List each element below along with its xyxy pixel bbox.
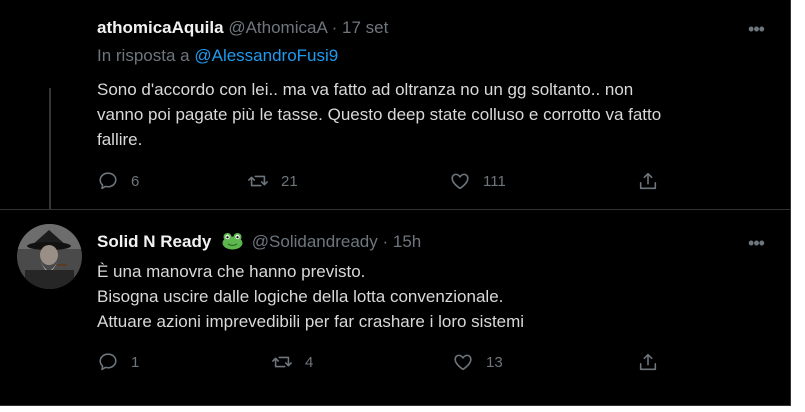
like-count: 13 <box>486 353 503 371</box>
like-button[interactable]: 13 <box>452 351 503 373</box>
author-handle[interactable]: @AthomicaA <box>228 18 327 37</box>
avatar[interactable] <box>17 224 82 289</box>
share-button[interactable] <box>637 351 659 373</box>
separator-dot: · <box>331 18 338 37</box>
tweet-time[interactable]: 15h <box>393 232 421 251</box>
tweet-text-line: vanno poi pagate più le tasse. Questo de… <box>97 105 662 124</box>
separator-dot: · <box>382 232 389 251</box>
retweet-icon <box>272 356 292 368</box>
author-name[interactable]: Solid N Ready <box>97 232 211 251</box>
tweet-actions: 6 21 111 <box>97 170 677 194</box>
window-bottom-edge <box>0 406 805 412</box>
share-button[interactable] <box>637 170 659 192</box>
retweet-button[interactable]: 4 <box>271 351 313 373</box>
reply-prefix: In risposta a <box>97 46 190 65</box>
reply-button[interactable]: 1 <box>97 351 139 373</box>
author-name[interactable]: athomicaAquila <box>97 18 224 37</box>
more-options-icon[interactable]: ••• <box>743 19 769 39</box>
tweet1-header: athomicaAquila @AthomicaA · 17 set <box>97 17 388 39</box>
tweet-text-line: fallire. <box>97 130 143 149</box>
thread-line <box>49 88 51 209</box>
window-edge <box>791 0 805 412</box>
like-icon <box>454 354 472 371</box>
retweet-button[interactable]: 21 <box>247 170 298 192</box>
like-button[interactable]: 111 <box>449 170 506 192</box>
tweet-text-line: Attuare azioni imprevedibili per far cra… <box>97 312 525 331</box>
author-handle[interactable]: @Solidandready <box>252 232 378 251</box>
tweet-text: Sono d'accordo con lei.. ma va fatto ad … <box>97 77 767 152</box>
reply-count: 1 <box>131 353 140 371</box>
tweet-time[interactable]: 17 set <box>342 18 388 37</box>
reply-button[interactable]: 6 <box>97 170 139 192</box>
frog-emoji-icon <box>222 232 243 256</box>
tweet-text-line: Bisogna uscire dalle logiche della lotta… <box>97 287 504 306</box>
retweet-icon <box>248 175 268 187</box>
retweet-count: 4 <box>305 353 314 371</box>
tweet-text-line: È una manovra che hanno previsto. <box>97 262 366 281</box>
reply-count: 6 <box>131 172 140 190</box>
reply-mention-link[interactable]: @AlessandroFusi9 <box>194 46 338 65</box>
share-icon <box>639 353 657 371</box>
tweet-text-line: Sono d'accordo con lei.. ma va fatto ad … <box>97 80 634 99</box>
more-options-icon[interactable]: ••• <box>743 233 769 253</box>
like-count: 111 <box>483 172 506 190</box>
reply-icon <box>99 353 117 371</box>
like-icon <box>451 173 469 190</box>
tweet-actions: 1 4 13 <box>97 351 677 375</box>
tweet-text: È una manovra che hanno previsto. Bisogn… <box>97 259 767 334</box>
reply-icon <box>99 172 117 190</box>
reply-context: In risposta a @AlessandroFusi9 <box>97 45 338 67</box>
share-icon <box>639 172 657 190</box>
retweet-count: 21 <box>281 172 298 190</box>
tweet2-header: Solid N Ready @Solidandready · 15h <box>97 231 421 256</box>
